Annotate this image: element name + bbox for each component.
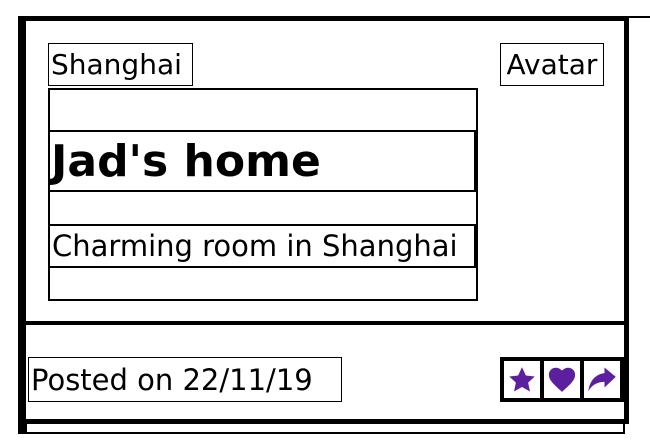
listing-title: Jad's home bbox=[48, 130, 476, 192]
listing-subtitle: Charming room in Shanghai bbox=[48, 224, 476, 268]
star-icon bbox=[509, 366, 535, 391]
posted-date: Posted on 22/11/19 bbox=[28, 357, 342, 402]
location-label: Shanghai bbox=[48, 43, 193, 86]
action-bar bbox=[500, 357, 628, 402]
page-frame-bottom bbox=[27, 432, 623, 434]
share-button[interactable] bbox=[584, 361, 620, 398]
card-content bbox=[48, 88, 478, 301]
card-divider bbox=[26, 321, 624, 325]
share-icon bbox=[588, 367, 616, 391]
favorite-button[interactable] bbox=[504, 361, 540, 398]
avatar[interactable]: Avatar bbox=[500, 43, 604, 86]
like-button[interactable] bbox=[544, 361, 580, 398]
heart-icon bbox=[548, 367, 576, 392]
